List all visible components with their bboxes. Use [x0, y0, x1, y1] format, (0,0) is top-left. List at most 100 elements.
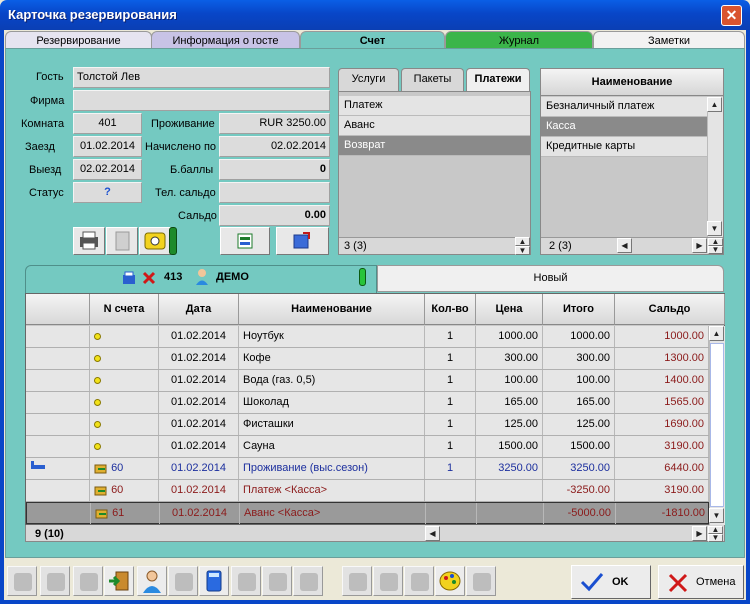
- list-item[interactable]: Возврат: [339, 136, 530, 156]
- guest-name-field[interactable]: Толстой Лев: [73, 67, 330, 88]
- cancel-button[interactable]: Отмена: [658, 565, 744, 599]
- guest-button[interactable]: [137, 566, 167, 596]
- phone2-button[interactable]: [466, 566, 496, 596]
- doc-button[interactable]: [73, 566, 103, 596]
- list-item[interactable]: Кредитные карты: [541, 137, 707, 157]
- help-button[interactable]: [7, 566, 37, 596]
- table-row[interactable]: 01.02.2014 Ноутбук 1 1000.00 1000.00 1000.00: [26, 326, 709, 348]
- bottom-toolbar: OK Отмена: [5, 563, 745, 599]
- calculator-button[interactable]: [199, 566, 229, 596]
- names-scrollbar[interactable]: [707, 97, 723, 237]
- table-row[interactable]: 60 01.02.2014 Платеж <Касса> -3250.00 3190.0…: [26, 480, 709, 502]
- table-row[interactable]: 61 01.02.2014 Аванс <Касса> -5000.00 -1810.0…: [26, 502, 710, 524]
- spreadsheet-icon: [237, 233, 253, 249]
- tab-guest-info[interactable]: Информация о госте: [151, 31, 300, 49]
- folder-arrow-icon: [94, 486, 107, 496]
- folder-arrow-icon: [95, 509, 108, 519]
- spin-down-button[interactable]: ▼: [515, 246, 530, 255]
- back-button[interactable]: [168, 566, 198, 596]
- folder-button[interactable]: [373, 566, 403, 596]
- column-header[interactable]: Итого: [543, 294, 615, 325]
- transfer-button[interactable]: [276, 227, 329, 255]
- list-item[interactable]: Касса: [541, 117, 707, 137]
- cell-name: Фисташки: [239, 414, 425, 435]
- scroll-down-button[interactable]: ▼: [709, 508, 724, 523]
- status-icon[interactable]: ?: [73, 182, 142, 203]
- row-type-cell: [26, 436, 90, 457]
- cell-price: 125.00: [476, 414, 543, 435]
- scroll-right-button[interactable]: ▶: [692, 526, 707, 541]
- folder-arrow-icon: [94, 464, 107, 474]
- invoice-icon: [349, 573, 367, 591]
- group-button[interactable]: [231, 566, 261, 596]
- spin-down-button[interactable]: ▼: [708, 534, 723, 542]
- account-number-value: 60: [111, 462, 124, 474]
- scroll-right-button[interactable]: ▶: [692, 238, 707, 253]
- column-header[interactable]: Сальдо: [615, 294, 725, 325]
- room-label: Комната: [21, 118, 65, 130]
- column-header[interactable]: Дата: [159, 294, 239, 325]
- column-header[interactable]: Цена: [476, 294, 543, 325]
- scroll-thumb[interactable]: [710, 343, 724, 507]
- group2-button[interactable]: [262, 566, 292, 596]
- account-number-cell: 60: [90, 458, 159, 479]
- close-button[interactable]: ✕: [721, 5, 742, 26]
- cell-price: 100.00: [476, 370, 543, 391]
- scroll-left-button[interactable]: ◀: [617, 238, 632, 253]
- scroll-up-button[interactable]: ▲: [709, 326, 724, 341]
- account-number-cell: [90, 348, 159, 369]
- invoice-button[interactable]: [342, 566, 372, 596]
- cell-date: 01.02.2014: [159, 436, 239, 457]
- tab-services[interactable]: Услуги: [338, 68, 399, 91]
- cell-date: 01.02.2014: [159, 348, 239, 369]
- table-row[interactable]: 60 01.02.2014 Проживание (выс.сезон) 1 3250.…: [26, 458, 709, 480]
- tab-reservation[interactable]: Резервирование: [5, 31, 152, 49]
- row-type-cell: [26, 326, 90, 347]
- print-button[interactable]: [73, 227, 105, 255]
- scroll-up-button[interactable]: ▲: [707, 97, 722, 112]
- checkin-button[interactable]: [104, 566, 134, 596]
- document-icon: [115, 231, 130, 251]
- spin-up-button[interactable]: ▲: [515, 237, 530, 246]
- shirt-button[interactable]: [40, 566, 70, 596]
- door-exit-icon: [109, 571, 129, 591]
- scroll-down-button[interactable]: ▼: [707, 221, 722, 236]
- tab-packages[interactable]: Пакеты: [401, 68, 464, 91]
- tab-journal[interactable]: Журнал: [445, 31, 593, 49]
- palette-button[interactable]: [435, 566, 465, 596]
- tab-notes[interactable]: Заметки: [593, 31, 745, 49]
- export-excel-button[interactable]: [220, 227, 270, 255]
- row-type-cell: [26, 392, 90, 413]
- arrival-field[interactable]: 01.02.2014: [73, 136, 142, 157]
- group3-button[interactable]: [293, 566, 323, 596]
- column-header[interactable]: [26, 294, 90, 325]
- account-number: 413: [164, 271, 183, 283]
- table-row[interactable]: 01.02.2014 Шоколад 1 165.00 165.00 1565.00: [26, 392, 709, 414]
- window-title: Карточка резервирования: [8, 7, 177, 22]
- room-field[interactable]: 401: [73, 113, 142, 134]
- tab-payments[interactable]: Платежи: [466, 68, 530, 91]
- phone-button[interactable]: [139, 227, 171, 255]
- cell-price: [477, 503, 544, 524]
- list-item[interactable]: Безналичный платеж: [541, 97, 707, 117]
- document-button[interactable]: [106, 227, 138, 255]
- scroll-left-button[interactable]: ◀: [425, 526, 440, 541]
- service-dot-icon: [94, 420, 101, 428]
- column-header[interactable]: Наименование: [239, 294, 425, 325]
- tab-new-account[interactable]: Новый: [377, 265, 724, 292]
- print2-button[interactable]: [404, 566, 434, 596]
- column-header[interactable]: Кол-во: [425, 294, 476, 325]
- table-row[interactable]: 01.02.2014 Вода (газ. 0,5) 1 100.00 100.00 14…: [26, 370, 709, 392]
- table-row[interactable]: 01.02.2014 Фисташки 1 125.00 125.00 1690.00: [26, 414, 709, 436]
- table-row[interactable]: 01.02.2014 Кофе 1 300.00 300.00 1300.00: [26, 348, 709, 370]
- list-item[interactable]: Аванс: [339, 116, 530, 136]
- spin-down-button[interactable]: ▼: [708, 246, 723, 254]
- cell-saldo: 3190.00: [615, 436, 709, 457]
- list-item[interactable]: Платеж: [339, 96, 530, 116]
- column-header[interactable]: N счета: [90, 294, 159, 325]
- departure-field[interactable]: 02.02.2014: [73, 159, 142, 180]
- row-type-cell: [26, 480, 90, 501]
- ok-button[interactable]: OK: [571, 565, 651, 599]
- firm-field[interactable]: [73, 90, 330, 111]
- table-row[interactable]: 01.02.2014 Сауна 1 1500.00 1500.00 3190.00: [26, 436, 709, 458]
